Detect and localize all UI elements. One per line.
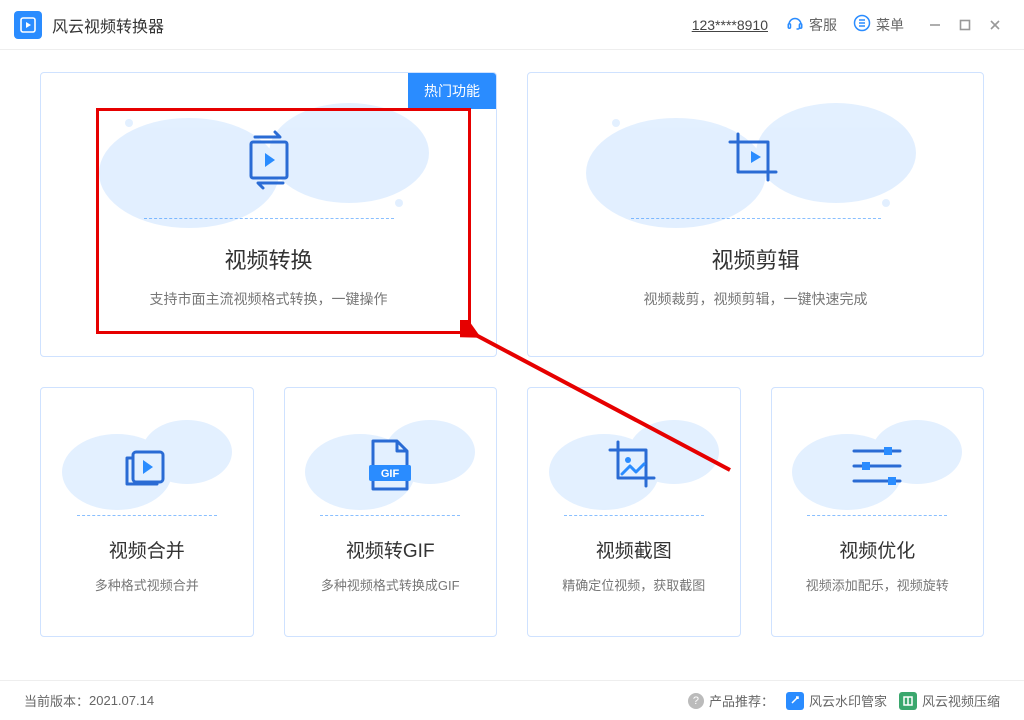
card-desc: 视频添加配乐，视频旋转: [806, 575, 949, 594]
crop-image-icon: [604, 431, 664, 501]
compress-app-icon: [899, 692, 917, 710]
recommend-label: 产品推荐：: [709, 691, 774, 710]
help-icon[interactable]: ?: [688, 693, 704, 709]
merge-icon: [119, 431, 175, 501]
gif-file-icon: GIF: [365, 431, 415, 501]
recommend-watermark[interactable]: 风云水印管家: [786, 691, 887, 710]
card-title: 视频剪辑: [711, 243, 799, 275]
close-button[interactable]: [980, 10, 1010, 40]
card-title: 视频转换: [224, 243, 312, 275]
card-video-merge[interactable]: 视频合并 多种格式视频合并: [40, 387, 254, 637]
svg-text:GIF: GIF: [381, 468, 400, 480]
support-button[interactable]: 客服: [786, 14, 837, 35]
convert-icon: [238, 120, 300, 200]
menu-list-icon: [853, 14, 871, 35]
maximize-button[interactable]: [950, 10, 980, 40]
crop-play-icon: [724, 120, 788, 200]
headset-icon: [786, 14, 804, 35]
app-logo-icon: [14, 11, 42, 39]
card-desc: 支持市面主流视频格式转换，一键操作: [150, 289, 388, 309]
version-label: 当前版本：: [24, 691, 89, 710]
card-desc: 精确定位视频，获取截图: [562, 575, 705, 594]
card-title: 视频转GIF: [346, 536, 435, 563]
user-id[interactable]: 123****8910: [692, 17, 768, 33]
sliders-icon: [848, 431, 906, 501]
card-title: 视频优化: [839, 536, 915, 563]
card-video-convert[interactable]: 热门功能 视频转换 支持市面主流视频格式转换，一键操作: [40, 72, 497, 357]
divider: [631, 218, 881, 219]
recommend-compress[interactable]: 风云视频压缩: [899, 691, 1000, 710]
card-video-optimize[interactable]: 视频优化 视频添加配乐，视频旋转: [771, 387, 985, 637]
card-desc: 多种视频格式转换成GIF: [321, 575, 460, 594]
card-title: 视频截图: [596, 536, 672, 563]
window-controls: [920, 10, 1010, 40]
version-value: 2021.07.14: [89, 693, 154, 708]
main-content: 热门功能 视频转换 支持市面主流视频格式转换，一键操作: [0, 50, 1024, 637]
divider: [320, 515, 460, 516]
divider: [77, 515, 217, 516]
menu-button[interactable]: 菜单: [853, 14, 904, 35]
app-title: 风云视频转换器: [52, 13, 164, 37]
card-video-screenshot[interactable]: 视频截图 精确定位视频，获取截图: [527, 387, 741, 637]
divider: [144, 218, 394, 219]
card-video-edit[interactable]: 视频剪辑 视频裁剪，视频剪辑，一键快速完成: [527, 72, 984, 357]
watermark-app-icon: [786, 692, 804, 710]
hot-badge: 热门功能: [408, 73, 496, 109]
card-desc: 视频裁剪，视频剪辑，一键快速完成: [644, 289, 868, 309]
divider: [807, 515, 947, 516]
card-video-to-gif[interactable]: GIF 视频转GIF 多种视频格式转换成GIF: [284, 387, 498, 637]
card-title: 视频合并: [109, 536, 185, 563]
titlebar: 风云视频转换器 123****8910 客服 菜单: [0, 0, 1024, 50]
footer: 当前版本： 2021.07.14 ? 产品推荐： 风云水印管家 风云视频压缩: [0, 680, 1024, 720]
minimize-button[interactable]: [920, 10, 950, 40]
card-desc: 多种格式视频合并: [95, 575, 199, 594]
divider: [564, 515, 704, 516]
